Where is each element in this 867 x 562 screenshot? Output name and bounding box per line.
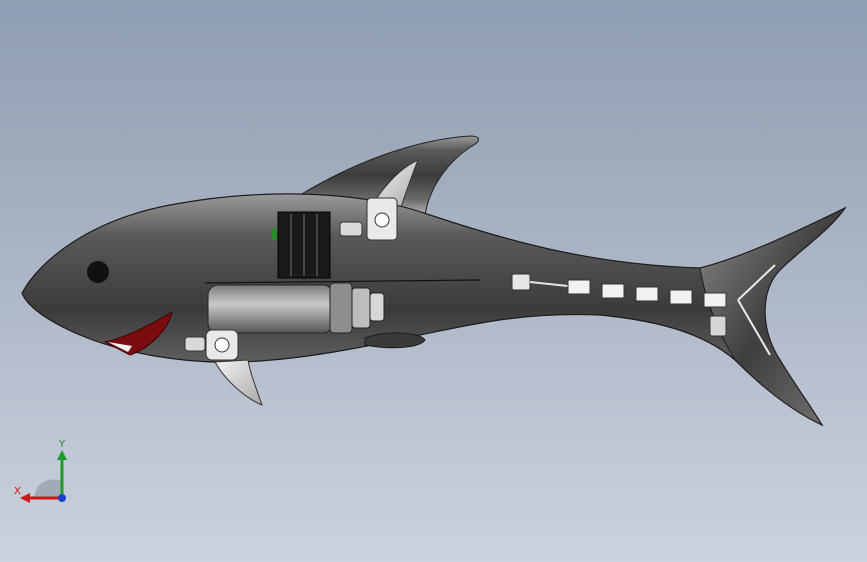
x-axis-label: X xyxy=(14,486,21,497)
eye xyxy=(87,261,109,283)
motor-shaft xyxy=(369,292,385,322)
pectoral-bolt xyxy=(184,336,206,352)
y-axis-label: Y xyxy=(59,439,66,450)
motor-cap xyxy=(329,282,353,334)
motor-nut xyxy=(351,287,371,329)
shark-model[interactable] xyxy=(0,0,867,562)
connector-green xyxy=(272,228,277,240)
motor-cylinder xyxy=(207,284,334,334)
pelvic-fin xyxy=(364,332,426,349)
graphics-viewport[interactable]: Y X xyxy=(0,0,867,562)
coordinate-triad: Y X xyxy=(12,440,82,510)
triad-icon xyxy=(20,450,67,503)
mount-bolt xyxy=(339,221,363,237)
pectoral-fin xyxy=(214,359,263,406)
